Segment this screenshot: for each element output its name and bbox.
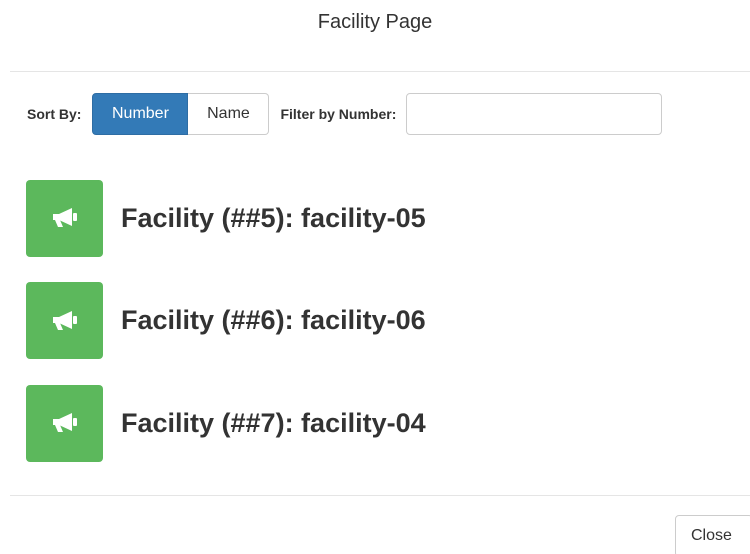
sort-by-number-button[interactable]: Number [92,93,189,135]
facility-item[interactable]: Facility (##6): facility-06 [26,282,426,360]
filter-by-number-label: Filter by Number: [280,106,397,122]
bullhorn-icon [26,282,103,359]
filter-number-input[interactable] [406,93,663,135]
toolbar: Sort By: Number Name Filter by Number: [27,92,663,136]
bullhorn-icon [26,384,103,462]
sort-by-label: Sort By: [27,106,82,122]
facility-name: Facility (##6): facility-06 [121,305,426,335]
bullhorn-icon [26,179,103,257]
header-divider [10,71,750,72]
facility-item[interactable]: Facility (##5): facility-05 [26,179,426,257]
modal-title: Facility Page [317,11,433,33]
close-button[interactable]: Close [675,515,750,554]
facility-item[interactable]: Facility (##7): facility-04 [26,384,426,462]
facility-modal: Facility Page Sort By: Number Name Filte… [0,0,750,554]
footer-divider [10,495,750,496]
facility-name: Facility (##5): facility-05 [121,202,426,233]
facility-list: Facility (##5): facility-05 Facility (##… [26,179,426,487]
modal-header: Facility Page [0,0,750,45]
facility-name: Facility (##7): facility-04 [121,407,426,438]
sort-button-group: Number Name [92,93,270,135]
sort-by-name-button[interactable]: Name [188,93,270,135]
